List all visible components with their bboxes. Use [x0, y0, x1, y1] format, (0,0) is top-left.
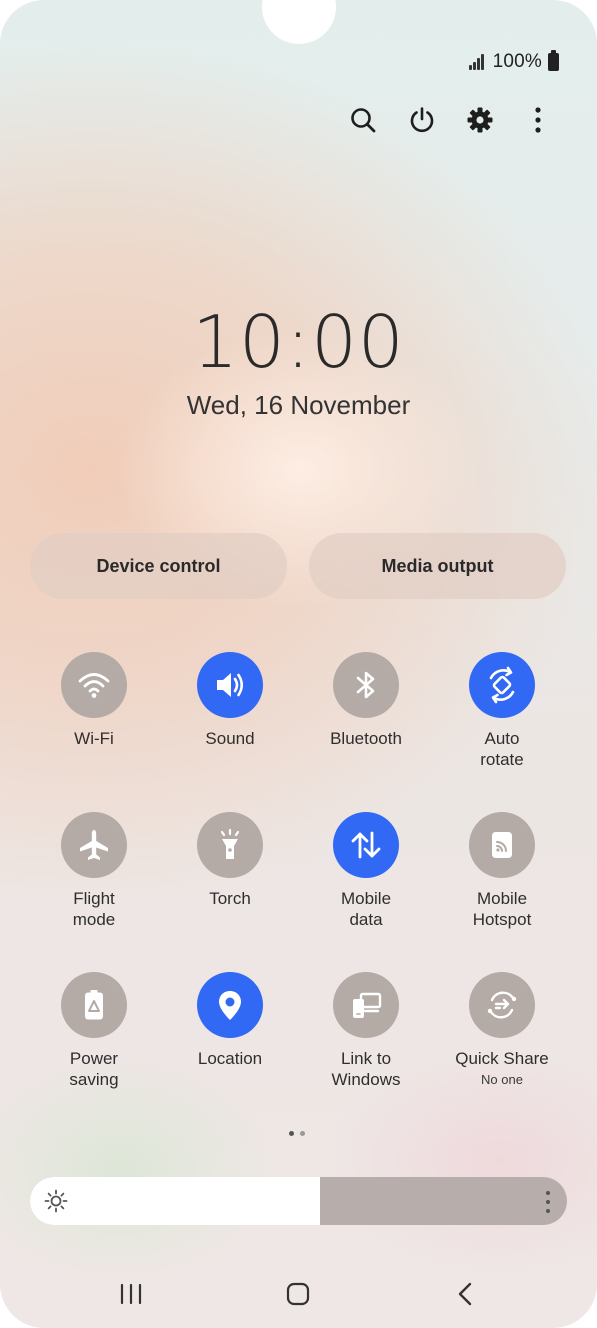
tile-location[interactable]: Location — [162, 972, 298, 1069]
brightness-level-fill — [30, 1177, 320, 1225]
tile-label: Flight mode — [72, 889, 116, 929]
tile-bluetooth[interactable]: Bluetooth — [298, 652, 434, 749]
hotspot-icon — [484, 827, 520, 863]
page-indicator — [289, 1131, 305, 1136]
tile-sound[interactable]: Sound — [162, 652, 298, 749]
settings-gear-icon[interactable] — [460, 100, 500, 140]
tile-torch[interactable]: Torch — [162, 812, 298, 909]
tile-label: Link to Windows — [331, 1049, 401, 1089]
device-control-button[interactable]: Device control — [30, 533, 287, 599]
tile-label: Wi-Fi — [74, 729, 114, 748]
tile-label: Auto rotate — [480, 729, 524, 769]
more-options-icon[interactable] — [518, 100, 558, 140]
torch-icon — [212, 827, 248, 863]
quick-panel: 100% 10:00 Wed, 16 November Device contr… — [0, 0, 597, 1328]
mobile-data-toggle-button[interactable] — [333, 812, 399, 878]
tile-label: Sound — [205, 729, 255, 748]
panel-toolbar — [340, 100, 560, 140]
tile-label: Torch — [209, 889, 251, 908]
tile-sublabel: No one — [481, 1072, 523, 1087]
tile-label: Bluetooth — [330, 729, 402, 748]
clock-date[interactable]: Wed, 16 November — [0, 390, 597, 421]
auto-rotate-toggle-button[interactable] — [469, 652, 535, 718]
quick-share-toggle-button[interactable] — [469, 972, 535, 1038]
brightness-more-icon[interactable] — [545, 1191, 551, 1213]
auto-rotate-icon — [483, 666, 521, 704]
wifi-icon — [76, 667, 112, 703]
brightness-slider[interactable] — [30, 1177, 567, 1225]
location-toggle-button[interactable] — [197, 972, 263, 1038]
tile-mobile-data[interactable]: Mobile data — [298, 812, 434, 930]
power-saving-icon — [76, 987, 112, 1023]
home-icon[interactable] — [268, 1270, 328, 1318]
tile-label: Mobile Hotspot — [472, 889, 532, 929]
tile-label: Quick Share — [455, 1049, 549, 1068]
signal-icon — [468, 54, 487, 70]
tile-label: Power saving — [69, 1049, 119, 1089]
airplane-toggle-button[interactable] — [61, 812, 127, 878]
bluetooth-icon — [348, 667, 384, 703]
tile-wifi[interactable]: Wi-Fi — [26, 652, 162, 749]
brightness-sun-icon — [44, 1189, 68, 1213]
tile-airplane[interactable]: Flight mode — [26, 812, 162, 930]
recent-apps-icon[interactable] — [101, 1270, 161, 1318]
page-dot — [300, 1131, 305, 1136]
sound-toggle-button[interactable] — [197, 652, 263, 718]
battery-percentage: 100% — [492, 51, 542, 72]
link-to-windows-icon — [348, 987, 384, 1023]
tile-link-to-windows[interactable]: Link to Windows — [298, 972, 434, 1090]
battery-icon — [548, 50, 559, 71]
media-output-button[interactable]: Media output — [309, 533, 566, 599]
status-bar: 100% — [468, 50, 559, 74]
navigation-bar — [0, 1270, 597, 1318]
wifi-toggle-button[interactable] — [61, 652, 127, 718]
torch-toggle-button[interactable] — [197, 812, 263, 878]
airplane-icon — [76, 827, 112, 863]
clock-time[interactable]: 10:00 — [0, 300, 597, 384]
tile-hotspot[interactable]: Mobile Hotspot — [434, 812, 570, 930]
hotspot-toggle-button[interactable] — [469, 812, 535, 878]
tile-label: Location — [197, 1049, 263, 1068]
bluetooth-toggle-button[interactable] — [333, 652, 399, 718]
tile-label: Mobile data — [340, 889, 392, 929]
mobile-data-icon — [348, 827, 384, 863]
camera-notch — [262, 0, 336, 44]
power-saving-toggle-button[interactable] — [61, 972, 127, 1038]
tile-auto-rotate[interactable]: Auto rotate — [434, 652, 570, 770]
sound-icon — [212, 667, 248, 703]
tile-power-saving[interactable]: Power saving — [26, 972, 162, 1090]
search-icon[interactable] — [343, 100, 383, 140]
quick-share-icon — [483, 986, 521, 1024]
tile-quick-share[interactable]: Quick Share No one — [434, 972, 570, 1087]
back-icon[interactable] — [435, 1270, 495, 1318]
page-dot-active — [289, 1131, 294, 1136]
link-to-windows-toggle-button[interactable] — [333, 972, 399, 1038]
location-icon — [212, 987, 248, 1023]
power-icon[interactable] — [402, 100, 442, 140]
